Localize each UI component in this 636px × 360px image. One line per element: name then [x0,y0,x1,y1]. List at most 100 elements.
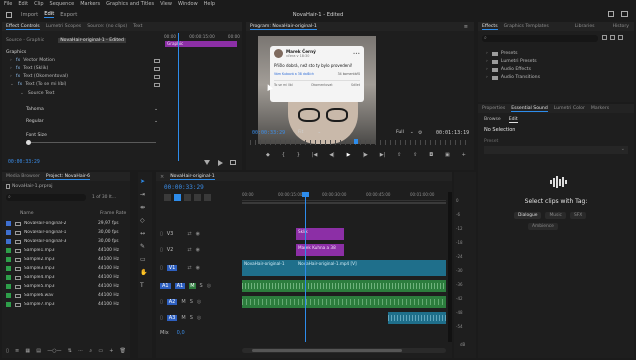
zoom-slider-icon[interactable]: —○— [47,348,61,354]
menu-graphics[interactable]: Graphics and Titles [106,1,154,7]
mark-out-icon[interactable]: } [297,152,300,158]
clip-v1-original-a[interactable]: NovaHair-original-1 [242,260,296,276]
tab-text[interactable]: Text [133,24,142,29]
timeline-timecode[interactable]: 00:00:33:29 [164,184,204,191]
sync-lock-icon[interactable]: ⇄ [187,247,191,253]
program-title[interactable]: Program: NovaHair-original-1 [250,24,317,30]
effect-text-sklik[interactable]: › fx Text (Sklik) [10,65,48,72]
home-icon[interactable] [6,11,12,18]
trash-icon[interactable]: 🗑 [120,348,126,354]
mute-button[interactable]: M [189,283,196,289]
program-scrub-bar[interactable] [250,139,470,145]
mark-in-icon[interactable]: { [282,152,285,158]
eye-icon[interactable]: ◉ [196,247,200,253]
playhead-handle[interactable] [302,192,309,197]
go-to-out-icon[interactable]: ▶| [380,152,386,158]
32bit-icon[interactable] [610,35,615,40]
track-header-v3[interactable]: ▯ V3 ⇄ ◉ [160,228,240,240]
insert-nest-icon[interactable] [164,194,171,201]
slider-handle[interactable] [26,140,31,145]
project-row[interactable]: NovaHair-original-2 29,97 fps [6,219,128,228]
tab-effects[interactable]: Effects [482,24,498,30]
effect-text-okomentoval[interactable]: › fx Text (Okomentoval) [10,73,68,80]
tab-source[interactable]: Source: (no clips) [87,24,127,29]
lock-icon[interactable]: ▯ [160,299,163,305]
automate-icon[interactable]: ⋯ [78,348,83,354]
tag-dialogue-button[interactable]: Dialogue [514,212,542,219]
sync-lock-icon[interactable]: ⇄ [187,265,191,271]
effect-controls-ruler[interactable]: 00:00 00:00:15:00 00:00 [164,33,240,40]
solo-button[interactable]: S [190,315,193,321]
accelerated-icon[interactable] [602,35,607,40]
program-menu-icon[interactable]: ≡ [464,24,468,30]
effects-item-audio-transitions[interactable]: › Audio Transitions [486,74,540,81]
project-row[interactable]: Sample7.mp3 44100 Hz [6,300,128,309]
effect-vector-motion[interactable]: › fx Vector Motion [10,57,55,64]
menu-sequence[interactable]: Sequence [50,1,75,7]
track-header-v2[interactable]: ▯ V2 ⇄ ◉ [160,244,240,256]
lock-icon[interactable]: ▯ [160,265,163,271]
workspaces-icon[interactable] [608,11,614,17]
subtab-edit[interactable]: Edit [508,117,518,123]
column-frame-rate[interactable]: Frame Rate [100,211,126,216]
tab-libraries[interactable]: Libraries [575,24,595,29]
clip-label[interactable]: NovaHair-original-1 - Edited [58,38,126,43]
keyframe-toggle-icon[interactable] [154,67,160,71]
subtab-browse[interactable]: Browse [484,117,501,122]
tab-export[interactable]: Export [60,12,77,18]
program-timecode[interactable]: 00:00:33:29 [252,130,285,136]
freeform-view-icon[interactable]: ▤ [36,348,41,354]
menu-clip[interactable]: Clip [34,1,43,7]
tab-project[interactable]: Project: NovaHair-6 [45,174,91,180]
track-header-mix[interactable]: Mix 0,0 [160,328,240,338]
preset-dropdown[interactable]: ⌄ [484,146,628,154]
effect-text-to-se-mi-libi[interactable]: ⌄ fx Text (To se mi líbí) [10,81,66,88]
project-row[interactable]: Sample1.mp3 44100 Hz [6,246,128,255]
eye-icon[interactable]: ◉ [196,231,200,237]
tab-timeline[interactable]: NovaHair-original-1 [170,174,215,180]
fullscreen-icon[interactable] [621,11,628,17]
effect-controls-playhead[interactable] [178,33,179,161]
step-back-icon[interactable]: ◀| [329,152,335,158]
button-editor-icon[interactable]: + [462,152,466,158]
effects-item-presets[interactable]: › Presets [486,50,518,57]
effect-controls-timecode[interactable]: 00:00:33:29 [8,160,40,165]
effect-controls-clip-bar[interactable]: Graphic [165,41,237,47]
compare-icon[interactable]: ▣ [445,152,450,158]
menu-file[interactable]: File [4,1,12,7]
project-row[interactable]: Sample3.mp3 44100 Hz [6,264,128,273]
source-text-row[interactable]: ⌄ Source Text [20,90,54,97]
project-row[interactable]: NovaHair-original-3 30,00 fps [6,237,128,246]
timeline-scrollbar[interactable] [242,348,446,353]
menu-markers[interactable]: Markers [80,1,100,7]
solo-button[interactable]: S [190,299,193,305]
font-dropdown[interactable]: Tahoma ⌄ [26,106,158,113]
font-size-slider[interactable] [26,140,156,145]
quality-dropdown[interactable]: Full ⌄ [396,130,414,135]
ripple-edit-icon[interactable]: ⇹ [140,204,147,211]
lock-icon[interactable]: ▯ [160,247,163,253]
column-name[interactable]: Name [20,211,100,216]
effects-item-lumetri-presets[interactable]: › Lumetri Presets [486,58,537,65]
keyframe-toggle-icon[interactable] [154,59,160,63]
scrollbar-thumb[interactable] [252,349,402,352]
track-header-a3[interactable]: ▯ A3 M S ◎ [160,312,240,324]
tag-sfx-button[interactable]: SFX [569,212,587,219]
lock-icon[interactable]: ▯ [160,315,163,321]
sync-lock-icon[interactable]: ⇄ [187,231,191,237]
tab-edit[interactable]: Edit [44,11,55,18]
hand-tool-icon[interactable]: ✋ [140,269,147,276]
project-search-input[interactable]: ⌕ [6,194,86,201]
solo-button[interactable]: S [200,283,203,289]
pen-tool-icon[interactable]: ✎ [140,243,147,250]
mic-icon[interactable]: ◎ [197,299,201,305]
mute-button[interactable]: M [181,299,185,305]
track-header-v1[interactable]: ▯ V1 ⇄ ◉ [160,262,240,274]
clip-a2-audio[interactable] [242,296,446,308]
export-frame-icon[interactable] [230,160,236,165]
razor-tool-icon[interactable]: ◇ [140,217,147,224]
tab-lumetri-color[interactable]: Lumetri Color [554,106,585,111]
list-view-icon[interactable]: ≡ [15,348,19,354]
menu-help[interactable]: Help [204,1,215,7]
snap-icon[interactable] [174,194,181,201]
